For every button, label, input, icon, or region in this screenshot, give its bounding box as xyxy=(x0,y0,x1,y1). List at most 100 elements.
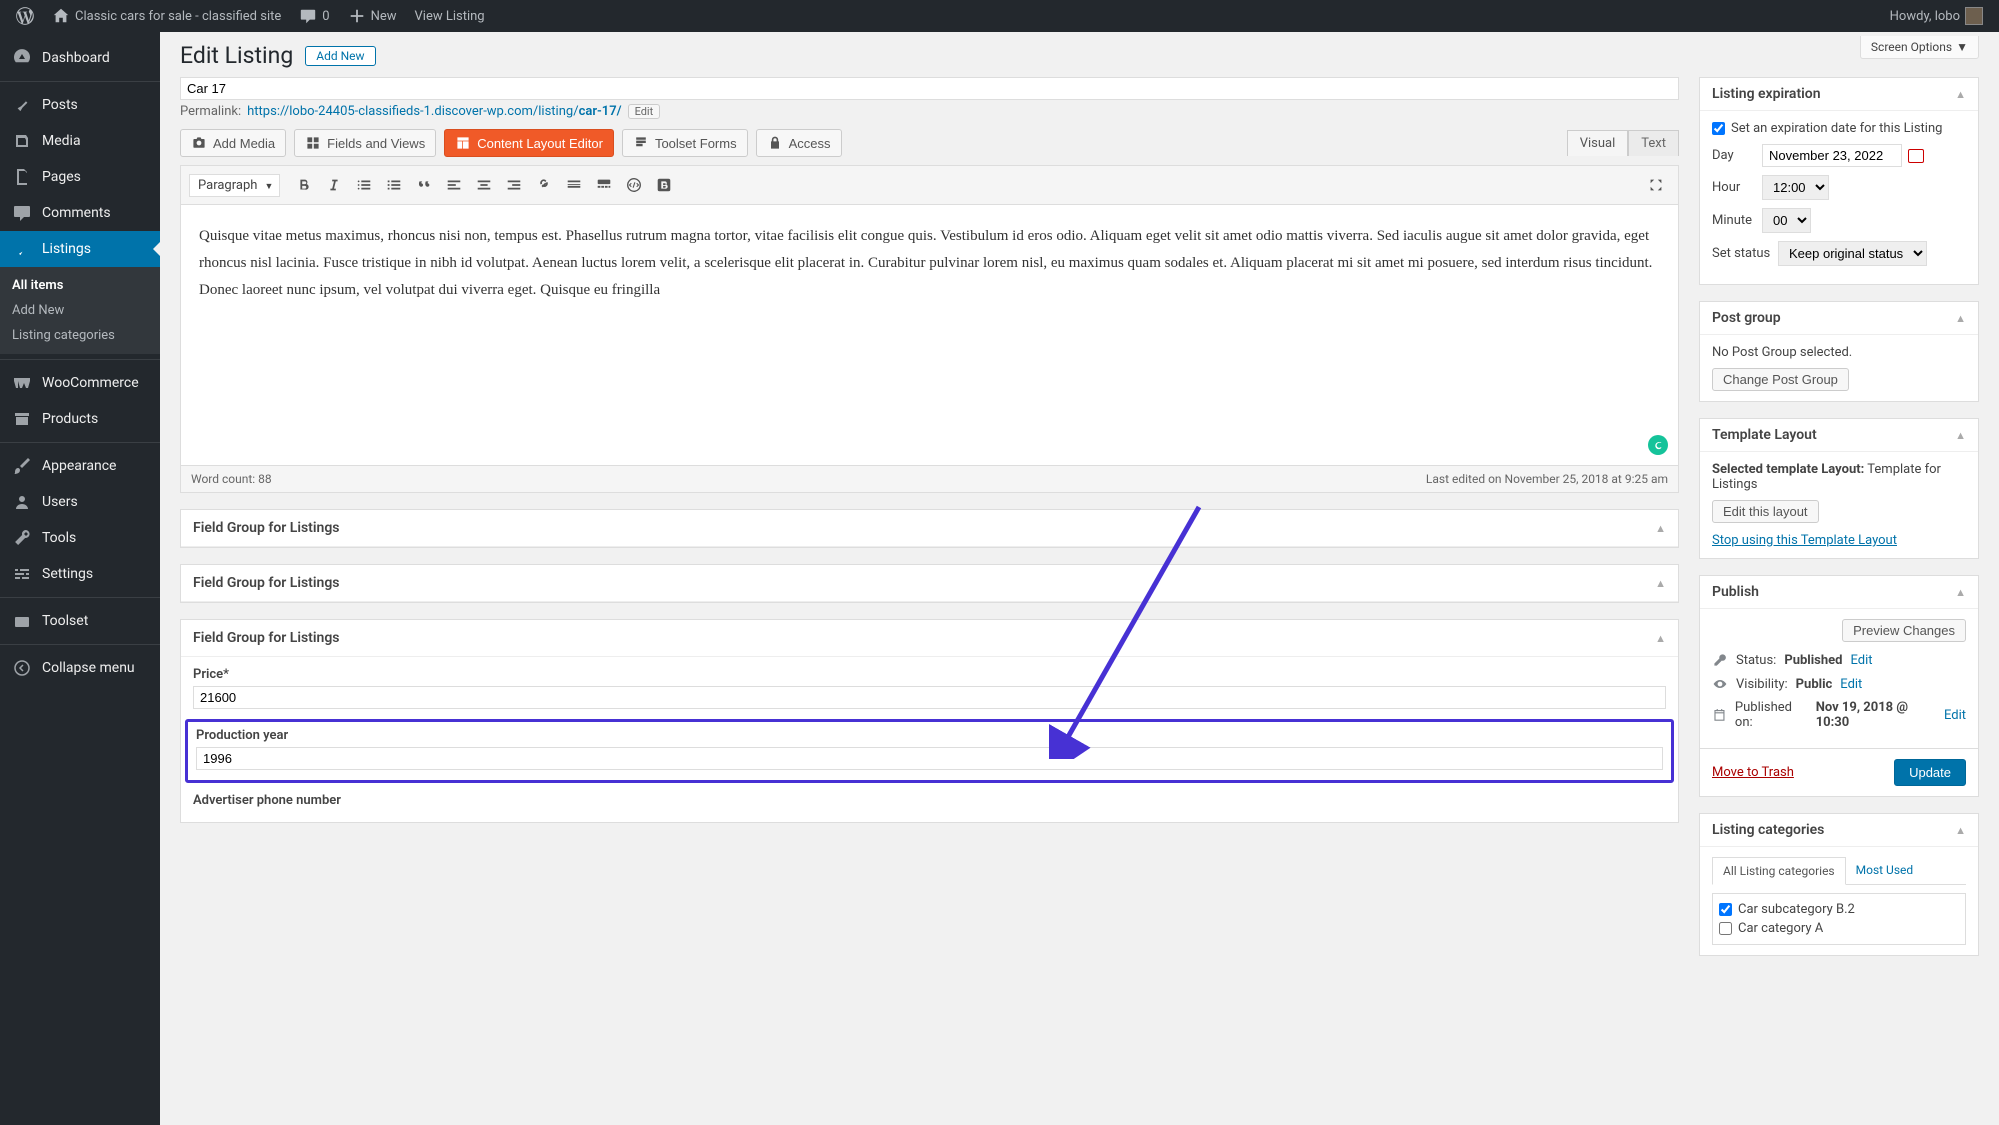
sidebox-header[interactable]: Publish▲ xyxy=(1700,576,1978,609)
year-input[interactable] xyxy=(196,747,1663,770)
ol-button[interactable] xyxy=(380,171,408,199)
shortcode-button[interactable] xyxy=(620,171,648,199)
grid-icon xyxy=(305,135,321,151)
change-postgroup-button[interactable]: Change Post Group xyxy=(1712,368,1849,391)
category-checkbox[interactable] xyxy=(1719,922,1732,935)
menu-collapse[interactable]: Collapse menu xyxy=(0,650,160,686)
menu-dashboard[interactable]: Dashboard xyxy=(0,40,160,76)
bold-icon xyxy=(295,176,313,194)
sliders-icon xyxy=(12,564,32,584)
bold-button[interactable] xyxy=(290,171,318,199)
comment-icon xyxy=(12,203,32,223)
permalink-edit-button[interactable]: Edit xyxy=(628,104,661,119)
move-trash-link[interactable]: Move to Trash xyxy=(1712,765,1794,780)
stop-template-link[interactable]: Stop using this Template Layout xyxy=(1712,533,1897,548)
site-home-link[interactable]: Classic cars for sale - classified site xyxy=(46,7,287,25)
price-input[interactable] xyxy=(193,686,1666,709)
menu-pages[interactable]: Pages xyxy=(0,159,160,195)
kitchen-sink-icon xyxy=(595,176,613,194)
visibility-edit-link[interactable]: Edit xyxy=(1840,677,1862,692)
preview-changes-button[interactable]: Preview Changes xyxy=(1842,619,1966,642)
link-button[interactable] xyxy=(530,171,558,199)
lock-icon xyxy=(767,135,783,151)
expiration-minute-select[interactable]: 00 xyxy=(1762,208,1811,233)
submenu-add-new[interactable]: Add New xyxy=(0,298,160,323)
comments-link[interactable]: 0 xyxy=(293,7,335,25)
expiration-day-input[interactable] xyxy=(1762,144,1902,167)
publishdate-edit-link[interactable]: Edit xyxy=(1944,708,1966,723)
menu-listings[interactable]: Listings xyxy=(0,231,160,267)
metabox-field-group-2: Field Group for Listings▲ xyxy=(180,564,1679,603)
quote-button[interactable] xyxy=(410,171,438,199)
menu-posts[interactable]: Posts xyxy=(0,87,160,123)
expiration-checkbox[interactable] xyxy=(1712,122,1725,135)
tab-most-used[interactable]: Most Used xyxy=(1846,857,1924,884)
archive-icon xyxy=(12,409,32,429)
screen-options-toggle[interactable]: Screen Options ▼ xyxy=(1860,36,1979,59)
menu-settings[interactable]: Settings xyxy=(0,556,160,592)
editor-body[interactable]: Quisque vitae metus maximus, rhoncus nis… xyxy=(181,205,1678,465)
submenu-all-items[interactable]: All items xyxy=(0,273,160,298)
status-edit-link[interactable]: Edit xyxy=(1850,653,1872,668)
toolset-icon xyxy=(12,611,32,631)
more-button[interactable] xyxy=(560,171,588,199)
wp-logo-link[interactable] xyxy=(10,7,40,25)
block-format-select[interactable]: Paragraph ▼ xyxy=(189,174,280,197)
menu-media[interactable]: Media xyxy=(0,123,160,159)
expiration-status-select[interactable]: Keep original status xyxy=(1778,241,1927,266)
metabox-field-group-1: Field Group for Listings▲ xyxy=(180,509,1679,548)
toolbar-toggle-button[interactable] xyxy=(590,171,618,199)
menu-tools[interactable]: Tools xyxy=(0,520,160,556)
metabox-header[interactable]: Field Group for Listings▲ xyxy=(181,620,1678,657)
grammarly-icon[interactable] xyxy=(1648,435,1668,455)
category-checkbox[interactable] xyxy=(1719,903,1732,916)
bootstrap-button[interactable] xyxy=(650,171,678,199)
new-link[interactable]: New xyxy=(342,7,403,25)
menu-products[interactable]: Products xyxy=(0,401,160,437)
update-button[interactable]: Update xyxy=(1894,759,1966,786)
metabox-header[interactable]: Field Group for Listings▲ xyxy=(181,510,1678,547)
collapse-icon: ▲ xyxy=(1655,577,1666,590)
metabox-header[interactable]: Field Group for Listings▲ xyxy=(181,565,1678,602)
listing-title-input[interactable] xyxy=(180,77,1679,100)
collapse-icon: ▲ xyxy=(1955,429,1966,442)
add-media-button[interactable]: Add Media xyxy=(180,129,286,157)
access-button[interactable]: Access xyxy=(756,129,842,157)
permalink-link[interactable]: https://lobo-24405-classifieds-1.discove… xyxy=(247,104,621,119)
view-listing-link[interactable]: View Listing xyxy=(409,9,491,24)
sidebox-header[interactable]: Template Layout▲ xyxy=(1700,419,1978,452)
menu-comments[interactable]: Comments xyxy=(0,195,160,231)
sidebox-header[interactable]: Post group▲ xyxy=(1700,302,1978,335)
menu-toolset[interactable]: Toolset xyxy=(0,603,160,639)
calendar-icon[interactable] xyxy=(1908,149,1924,163)
align-left-button[interactable] xyxy=(440,171,468,199)
comments-count: 0 xyxy=(322,9,329,24)
category-list[interactable]: Car subcategory B.2 Car category A xyxy=(1712,893,1966,945)
add-new-button[interactable]: Add New xyxy=(305,46,375,66)
menu-appearance[interactable]: Appearance xyxy=(0,448,160,484)
content-header: Edit Listing Add New Screen Options ▼ xyxy=(180,42,1979,69)
align-right-button[interactable] xyxy=(500,171,528,199)
ul-button[interactable] xyxy=(350,171,378,199)
submenu-listing-categories[interactable]: Listing categories xyxy=(0,323,160,348)
toolset-forms-button[interactable]: Toolset Forms xyxy=(622,129,748,157)
edit-layout-button[interactable]: Edit this layout xyxy=(1712,500,1819,523)
expiration-hour-select[interactable]: 12:00 xyxy=(1762,175,1829,200)
menu-users[interactable]: Users xyxy=(0,484,160,520)
new-label: New xyxy=(371,9,397,24)
fields-views-button[interactable]: Fields and Views xyxy=(294,129,436,157)
menu-woocommerce[interactable]: WooCommerce xyxy=(0,365,160,401)
tab-text[interactable]: Text xyxy=(1628,130,1679,156)
howdy-link[interactable]: Howdy, lobo xyxy=(1884,7,1989,25)
category-item[interactable]: Car subcategory B.2 xyxy=(1719,900,1959,919)
sidebox-header[interactable]: Listing expiration▲ xyxy=(1700,78,1978,111)
align-center-button[interactable] xyxy=(470,171,498,199)
tab-visual[interactable]: Visual xyxy=(1567,130,1629,156)
expand-button[interactable] xyxy=(1642,171,1670,199)
sidebox-header[interactable]: Listing categories▲ xyxy=(1700,814,1978,847)
category-item[interactable]: Car category A xyxy=(1719,919,1959,938)
content-layout-button[interactable]: Content Layout Editor xyxy=(444,129,614,157)
italic-button[interactable] xyxy=(320,171,348,199)
layout-icon xyxy=(455,135,471,151)
tab-all-categories[interactable]: All Listing categories xyxy=(1712,857,1846,885)
